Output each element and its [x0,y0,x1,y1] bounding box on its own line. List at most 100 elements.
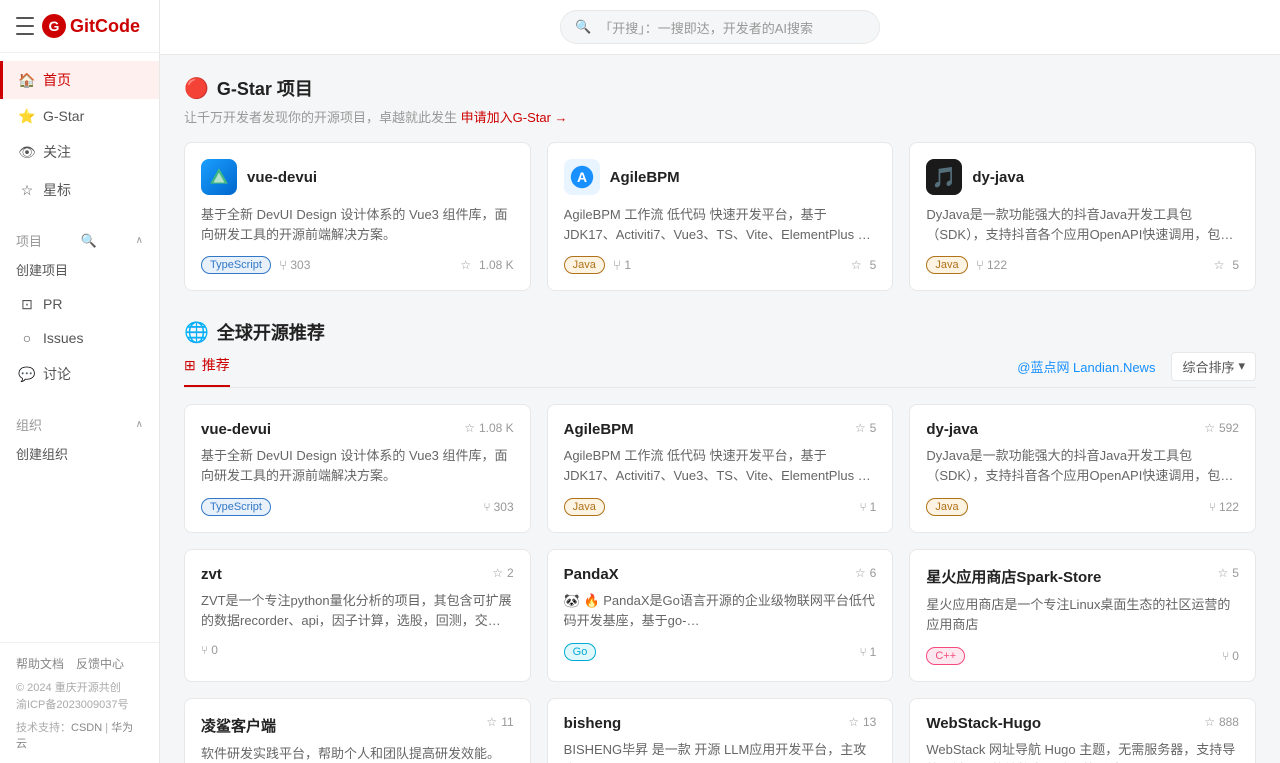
gstar-card-dy-java[interactable]: 🎵 dy-java DyJava是一款功能强大的抖音Java开发工具包（SDK）… [909,142,1256,291]
star-icon: ☆ [855,421,866,435]
project-name: zvt [201,566,222,583]
star-icon: ☆ [1204,421,1215,435]
logo-text: GitCode [70,16,140,37]
gstar-title-text: G-Star 项目 [217,75,313,101]
star-stat-dy: ☆ 5 [1214,258,1239,272]
chevron-up-icon[interactable]: ∧ [136,235,143,246]
card-tags-dy: Java ⑂ 122 [926,256,1007,274]
project-footer: Go ⑂ 1 [564,643,877,661]
project-name: 星火应用商店Spark-Store [926,566,1101,587]
project-card-lingjing[interactable]: 凌鲨客户端 ☆ 11 软件研发实践平台，帮助个人和团队提高研发效能。 TypeS… [184,698,531,763]
tag-java: Java [564,498,605,516]
create-org-link[interactable]: 创建组织 [0,440,159,471]
card-header: 🎵 dy-java [926,159,1239,195]
sidebar-nav: 🏠 首页 ⭐ G-Star 👁 关注 ☆ 星标 项目 🔍 ∧ 创建项目 ⊡ [0,53,159,642]
fork-icon: ⑂ [1222,649,1229,663]
sidebar-item-discuss[interactable]: 💬 讨论 [0,355,159,393]
sidebar-item-pr[interactable]: ⊡ PR [0,287,159,321]
star-icon: ☆ [460,258,471,272]
fork-stat: ⑂ 122 [1209,500,1239,514]
topbar: 🔍 「开搜」：一搜即达，开发者的AI搜索 [160,0,1280,55]
fork-count: 1 [870,645,877,659]
project-stars: ☆ 888 [1204,715,1239,729]
gstar-subtitle: 让千万开发者发现你的开源项目，卓越就此发生 申请加入G-Star → [184,107,1256,126]
fork-icon: ⑂ [201,643,208,657]
csdn-link[interactable]: CSDN [71,722,102,734]
project-card-dy-java[interactable]: dy-java ☆ 592 DyJava是一款功能强大的抖音Java开发工具包（… [909,404,1256,533]
menu-icon[interactable] [16,17,34,35]
sidebar-item-follow[interactable]: 👁 关注 [0,133,159,171]
project-footer: C++ ⑂ 0 [926,647,1239,665]
fork-icon: ⑂ [976,257,984,273]
project-card-header: vue-devui ☆ 1.08 K [201,421,514,438]
fork-stat: ⑂ 122 [976,257,1007,273]
project-card-webstack[interactable]: WebStack-Hugo ☆ 888 WebStack 网址导航 Hugo 主… [909,698,1256,763]
project-card-bisheng[interactable]: bisheng ☆ 13 BISHENG毕昇 是一款 开源 LLM应用开发平台，… [547,698,894,763]
sidebar-item-home[interactable]: 🏠 首页 [0,61,159,99]
project-desc: 星火应用商店是一个专注Linux桌面生态的社区运营的应用商店 [926,595,1239,635]
section-org-label: 组织 [16,415,42,434]
star-count: 6 [870,566,877,580]
sort-dropdown[interactable]: 综合排序 ▾ [1171,352,1256,381]
star-count: 5 [1232,566,1239,580]
site-logo[interactable]: G GitCode [42,14,140,38]
sidebar-item-issues[interactable]: ○ Issues [0,321,159,355]
feedback-link[interactable]: 反馈中心 [76,655,124,672]
project-name: 凌鲨客户端 [201,715,276,736]
gstar-card-agilebpm[interactable]: A AgileBPM AgileBPM 工作流 低代码 快速开发平台，基于 JD… [547,142,894,291]
project-card-vue-devui[interactable]: vue-devui ☆ 1.08 K 基于全新 DevUI Design 设计体… [184,404,531,533]
tag-typescript: TypeScript [201,256,271,274]
project-card-pandax[interactable]: PandaX ☆ 6 🐼 🔥 PandaX是Go语言开源的企业级物联网平台低代码… [547,549,894,682]
project-card-spark[interactable]: 星火应用商店Spark-Store ☆ 5 星火应用商店是一个专注Linux桌面… [909,549,1256,682]
source-link[interactable]: @蓝点网 Landian.News [1017,357,1155,376]
fork-stat: ⑂ 303 [279,257,310,273]
fork-stat: ⑂ 0 [201,643,218,657]
card-footer-dy: Java ⑂ 122 ☆ 5 [926,256,1239,274]
tag-cpp: C++ [926,647,965,665]
gstar-icon: ⭐ [19,108,35,124]
gstar-apply-link[interactable]: 申请加入G-Star → [461,110,568,125]
main-content: 🔴 G-Star 项目 让千万开发者发现你的开源项目，卓越就此发生 申请加入G-… [160,55,1280,763]
tag-java: Java [926,498,967,516]
card-title-agile: AgileBPM [610,169,680,186]
chevron-down-icon: ▾ [1238,358,1245,374]
fork-count: 0 [211,643,218,657]
discuss-icon: 💬 [19,366,35,382]
star-count: 13 [863,715,876,729]
tag-java: Java [564,256,605,274]
gstar-card-vue-devui[interactable]: vue-devui 基于全新 DevUI Design 设计体系的 Vue3 组… [184,142,531,291]
fork-icon: ⑂ [483,500,490,514]
project-desc: WebStack 网址导航 Hugo 主题，无需服务器，支持导航一键配置的纯静态… [926,740,1239,763]
help-docs-link[interactable]: 帮助文档 [16,655,64,672]
create-project-link[interactable]: 创建项目 [0,256,159,287]
star-count: 5 [1232,258,1239,272]
chevron-up-icon-2[interactable]: ∧ [136,419,143,430]
fork-icon: ⑂ [859,500,866,514]
project-stars: ☆ 5 [1218,566,1239,580]
project-name: vue-devui [201,421,271,438]
project-stars: ☆ 1.08 K [464,421,513,435]
project-card-header: 凌鲨客户端 ☆ 11 [201,715,514,736]
search-icon[interactable]: 🔍 [81,233,97,249]
gstar-title: 🔴 G-Star 项目 [184,75,1256,101]
search-bar[interactable]: 🔍 「开搜」：一搜即达，开发者的AI搜索 [560,10,880,44]
tab-recommend[interactable]: ⊞ 推荐 [184,345,230,387]
sidebar: G GitCode 🏠 首页 ⭐ G-Star 👁 关注 ☆ 星标 项目 🔍 ∧ [0,0,160,763]
star-count: 888 [1219,715,1239,729]
card-avatar-agile: A [564,159,600,195]
fork-stat: ⑂ 1 [613,257,631,273]
project-card-zvt[interactable]: zvt ☆ 2 ZVT是一个专注python量化分析的项目，其包含可扩展的数据r… [184,549,531,682]
tag-java-dy: Java [926,256,967,274]
card-title-dy: dy-java [972,169,1024,186]
pr-icon: ⊡ [19,296,35,312]
gstar-subtitle-text: 让千万开发者发现你的开源项目，卓越就此发生 [184,110,457,125]
card-tags-vue: TypeScript ⑂ 303 [201,256,310,274]
fork-stat: ⑂ 0 [1222,649,1239,663]
sidebar-item-label: 首页 [43,70,71,90]
project-name: dy-java [926,421,978,438]
project-footer: Java ⑂ 1 [564,498,877,516]
sidebar-item-gstar[interactable]: ⭐ G-Star [0,99,159,133]
project-card-agilebpm[interactable]: AgileBPM ☆ 5 AgileBPM 工作流 低代码 快速开发平台，基于 … [547,404,894,533]
star-count: 5 [870,421,877,435]
sidebar-item-star[interactable]: ☆ 星标 [0,171,159,209]
